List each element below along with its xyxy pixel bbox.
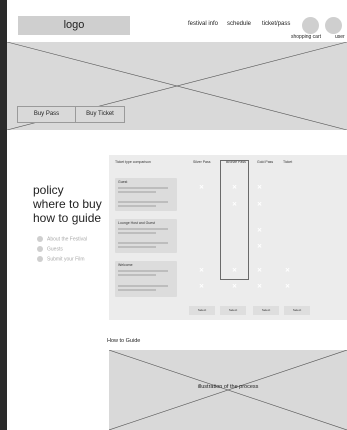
- hero-image-placeholder: Buy Pass Buy Ticket: [7, 42, 347, 130]
- highlighted-column: [220, 160, 249, 280]
- included-mark-icon: ✕: [257, 202, 263, 208]
- guide-illustration-placeholder: illustration of the process: [109, 350, 347, 430]
- tier-label: Guest: [118, 180, 128, 184]
- included-mark-icon: ✕: [257, 244, 263, 250]
- column-header-gold: Gold Pass: [257, 160, 274, 164]
- placeholder-text-bar: [118, 274, 156, 276]
- side-link-label: Submit your Film: [47, 256, 85, 263]
- title-line-where-to-buy: where to buy: [33, 197, 102, 211]
- included-mark-icon: ✕: [232, 284, 238, 290]
- bullet-icon: [37, 246, 43, 252]
- guide-caption: illustration of the process: [197, 384, 259, 390]
- nav-ticket-pass[interactable]: ticket/pass: [262, 21, 290, 27]
- user-label: user: [335, 34, 345, 40]
- placeholder-text-bar: [118, 246, 156, 248]
- section-title: policy where to buy how to guide: [33, 183, 102, 225]
- placeholder-text-bar: [118, 289, 156, 291]
- included-mark-icon: ✕: [257, 228, 263, 234]
- tier-label: Welcome: [118, 263, 133, 267]
- side-link-guests[interactable]: Guests: [37, 246, 63, 252]
- included-mark-icon: ✕: [257, 284, 263, 290]
- page: logo festival info schedule ticket/pass …: [7, 0, 347, 430]
- title-line-policy: policy: [33, 183, 64, 197]
- bullet-icon: [37, 236, 43, 242]
- buy-pass-button[interactable]: Buy Pass: [17, 106, 76, 123]
- placeholder-text-bar: [118, 205, 156, 207]
- included-mark-icon: ✕: [232, 185, 238, 191]
- select-gold-button[interactable]: Select: [253, 306, 279, 315]
- included-mark-icon: ✕: [285, 284, 291, 290]
- select-silver-button[interactable]: Select: [189, 306, 215, 315]
- ticket-comparison-panel: Ticket type comparison Silver Pass Bronz…: [109, 155, 347, 320]
- included-mark-icon: ✕: [232, 202, 238, 208]
- placeholder-text-bar: [118, 201, 168, 203]
- buy-ticket-button[interactable]: Buy Ticket: [75, 106, 125, 123]
- placeholder-text-bar: [118, 285, 168, 287]
- included-mark-icon: ✕: [199, 284, 205, 290]
- tier-label: Lounge Host and Guest: [118, 221, 155, 225]
- comparison-title: Ticket type comparison: [115, 160, 151, 164]
- included-mark-icon: ✕: [199, 185, 205, 191]
- placeholder-text-bar: [118, 242, 168, 244]
- user-icon[interactable]: [325, 17, 342, 34]
- shopping-cart-icon[interactable]: [302, 17, 319, 34]
- tier-card-lounge: Lounge Host and Guest: [115, 219, 177, 253]
- title-line-how-to-guide: how to guide: [33, 211, 102, 225]
- tier-card-welcome: Welcome: [115, 261, 177, 297]
- bullet-icon: [37, 256, 43, 262]
- included-mark-icon: ✕: [232, 268, 238, 274]
- included-mark-icon: ✕: [257, 268, 263, 274]
- select-ticket-button[interactable]: Select: [284, 306, 310, 315]
- column-header-silver: Silver Pass: [193, 160, 211, 164]
- side-link-label: About the Festival: [47, 236, 88, 243]
- guide-placeholder-cross: [109, 350, 347, 430]
- tier-card-guest: Guest: [115, 178, 177, 211]
- side-link-about[interactable]: About the Festival: [37, 236, 87, 242]
- shopping-cart-label: shopping cart: [291, 34, 322, 40]
- header: logo festival info schedule ticket/pass …: [7, 0, 347, 40]
- nav-festival-info[interactable]: festival info: [188, 21, 218, 27]
- placeholder-text-bar: [118, 232, 156, 234]
- placeholder-text-bar: [118, 228, 168, 230]
- side-link-submit-film[interactable]: Submit your Film: [37, 256, 85, 262]
- placeholder-text-bar: [118, 187, 168, 189]
- logo[interactable]: logo: [18, 16, 130, 35]
- side-link-label: Guests: [47, 246, 63, 253]
- placeholder-text-bar: [118, 191, 156, 193]
- column-header-ticket: Ticket: [283, 160, 293, 164]
- included-mark-icon: ✕: [285, 268, 291, 274]
- included-mark-icon: ✕: [257, 185, 263, 191]
- how-to-guide-heading: How to Guide: [107, 338, 141, 344]
- nav-schedule[interactable]: schedule: [227, 21, 251, 27]
- included-mark-icon: ✕: [199, 268, 205, 274]
- placeholder-text-bar: [118, 270, 168, 272]
- select-bronze-button[interactable]: Select: [220, 306, 246, 315]
